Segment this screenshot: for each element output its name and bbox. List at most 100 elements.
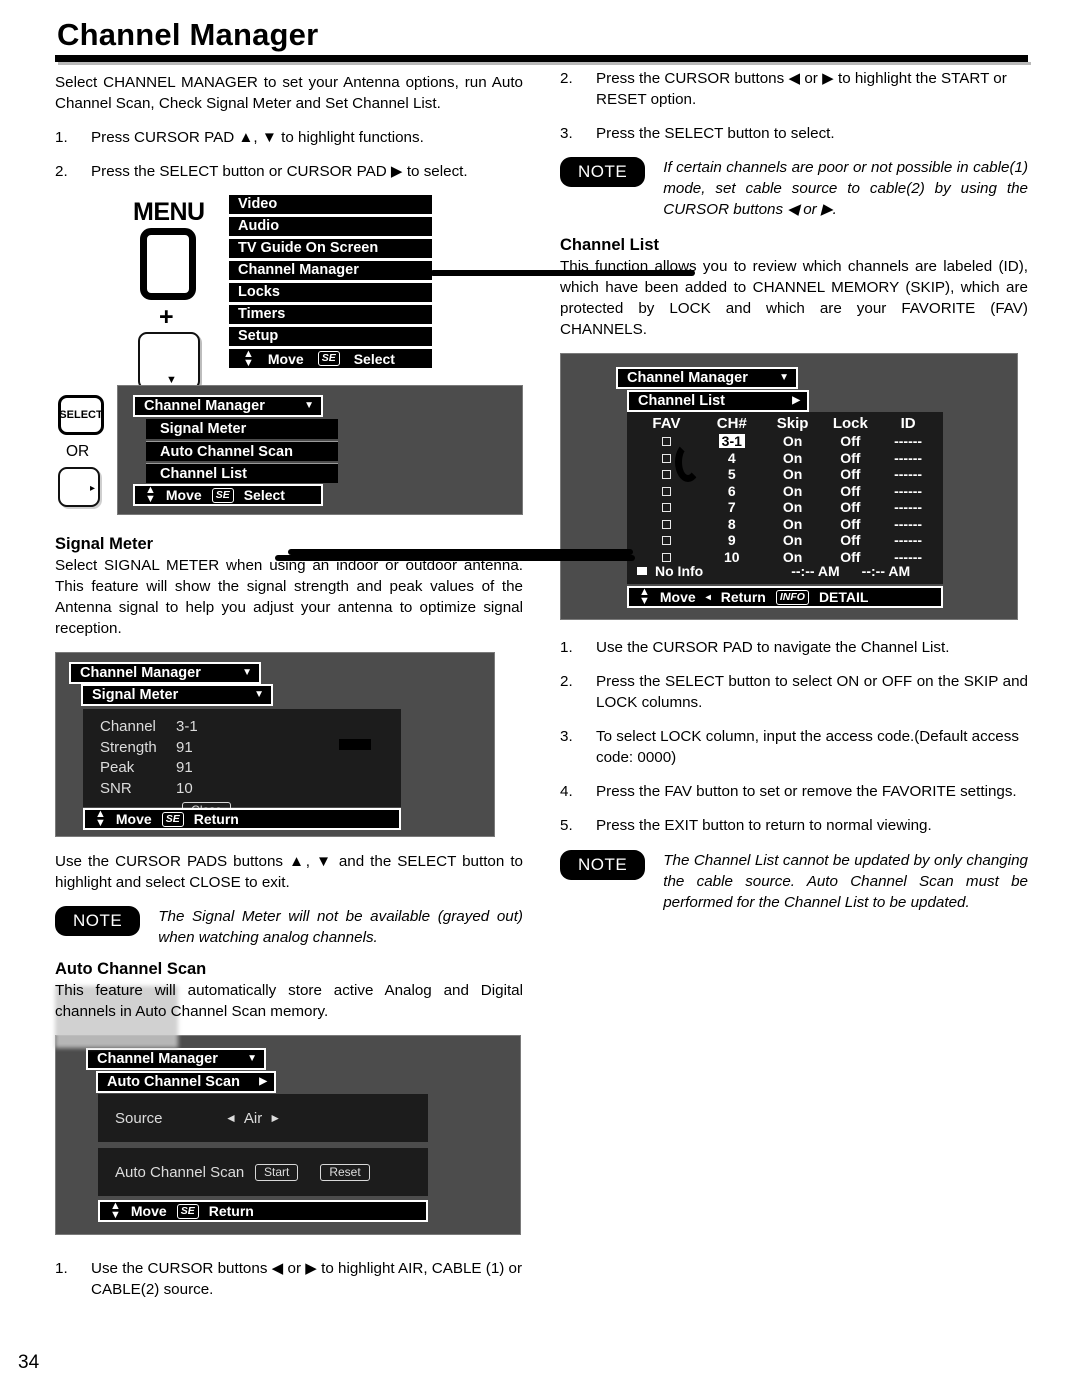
menu-item-setup[interactable]: Setup (229, 327, 432, 346)
checkbox-icon[interactable] (661, 536, 671, 546)
menu-item-tv-guide[interactable]: TV Guide On Screen (229, 239, 432, 258)
channel-list-table-wrap: FAV CH# Skip Lock ID 3-1 On Off ------ 4 On Of… (627, 412, 943, 565)
note-channel-list: NOTE The Channel List cannot be updated … (560, 850, 1028, 913)
osd-subtitle-signal-meter[interactable]: Signal Meter ▼ (81, 684, 273, 706)
fav-checkbox-cell[interactable] (633, 532, 700, 549)
move-label: Move (165, 487, 202, 503)
lock-cell[interactable]: Off (821, 499, 879, 516)
row-label: SNR (100, 779, 132, 797)
checkbox-icon[interactable] (661, 470, 671, 480)
move-label: Move (130, 1203, 167, 1219)
intro-paragraph: Select CHANNEL MANAGER to set your Anten… (55, 74, 523, 112)
skip-cell[interactable]: On (764, 466, 822, 483)
osd-title-channel-manager[interactable]: Channel Manager ▼ (133, 395, 323, 417)
page-number: 34 (18, 1352, 40, 1373)
select-key[interactable]: SELECT (58, 395, 104, 435)
menu-item-audio[interactable]: Audio (229, 217, 432, 236)
cursor-right-key[interactable]: ▸ (58, 467, 100, 507)
osd-footer: ▲ ▼ Move ◂ Return INFO DETAIL (627, 586, 943, 608)
lock-cell[interactable]: Off (821, 466, 879, 483)
lock-cell[interactable]: Off (821, 483, 879, 500)
select-key-icon: SE (176, 1203, 199, 1219)
signal-meter-row: Channel 3-1 (100, 717, 401, 738)
list-item: 1. Use the CURSOR buttons ◀ or ▶ to high… (55, 1258, 523, 1300)
channel-number-cell[interactable]: 9 (700, 532, 764, 549)
right-arrow-icon[interactable]: ► (269, 1111, 281, 1125)
no-info-row: No Info --:-- AM --:-- AM (627, 562, 943, 581)
note-text: The Signal Meter will not be available (… (158, 908, 523, 946)
title-rule (55, 55, 1028, 62)
channel-number-cell[interactable]: 6 (700, 483, 764, 500)
table-row[interactable]: 7 On Off ------ (633, 499, 937, 516)
plus-symbol: + (159, 303, 174, 331)
channel-number-cell[interactable]: 7 (700, 499, 764, 516)
step-text: To select LOCK column, input the access … (596, 728, 1019, 766)
signal-meter-body: Select SIGNAL METER when using an indoor… (55, 557, 523, 637)
channel-number-cell[interactable]: 3-1 (700, 433, 764, 450)
id-cell: ------ (894, 499, 923, 516)
osd-item-channel-list[interactable]: Channel List (146, 463, 338, 483)
osd-subtitle-auto-channel-scan[interactable]: Auto Channel Scan ▶ (96, 1071, 276, 1093)
skip-cell[interactable]: On (764, 483, 822, 500)
chevron-right-icon: ▶ (259, 1075, 267, 1087)
step-text: Press the FAV button to set or remove th… (596, 783, 1017, 800)
lock-cell[interactable]: Off (821, 450, 879, 467)
column-header-ch: CH# (716, 415, 747, 432)
table-row[interactable]: 8 On Off ------ (633, 516, 937, 533)
left-column: Select CHANNEL MANAGER to set your Anten… (55, 72, 523, 1313)
checkbox-icon[interactable] (661, 437, 671, 447)
fav-checkbox-cell[interactable] (633, 516, 700, 533)
channel-number-cell[interactable]: 5 (700, 466, 764, 483)
checkbox-icon[interactable] (661, 503, 671, 513)
osd-title-text: Channel Manager (144, 397, 265, 414)
cursor-pad-key[interactable]: ▼ (138, 332, 200, 390)
skip-cell[interactable]: On (764, 516, 822, 533)
channel-status-row: No Info --:-- AM --:-- AM (627, 562, 943, 584)
auto-scan-label: Auto Channel Scan (115, 1163, 245, 1181)
osd-item-signal-meter[interactable]: Signal Meter (146, 419, 338, 439)
table-row[interactable]: 6 On Off ------ (633, 483, 937, 500)
chevron-down-icon: ▼ (779, 371, 789, 383)
step-number: 2. (55, 163, 68, 180)
select-key-icon: SE (161, 811, 184, 827)
lock-cell[interactable]: Off (821, 516, 879, 533)
osd-title-channel-manager[interactable]: Channel Manager ▼ (69, 662, 261, 684)
reset-button[interactable]: Reset (320, 1163, 370, 1181)
skip-cell[interactable]: On (764, 532, 822, 549)
fav-checkbox-cell[interactable] (633, 499, 700, 516)
step-text: Press the SELECT button to select. (596, 125, 835, 142)
lock-cell[interactable]: Off (821, 532, 879, 549)
lock-cell[interactable]: Off (821, 433, 879, 450)
osd-subtitle-channel-list[interactable]: Channel List ▶ (627, 390, 809, 412)
checkbox-icon[interactable] (661, 519, 671, 529)
osd-title-text: Channel Manager (97, 1050, 218, 1067)
checkbox-icon[interactable] (661, 453, 671, 463)
skip-cell[interactable]: On (764, 433, 822, 450)
auto-scan-action-row: Auto Channel Scan Start Reset (98, 1148, 428, 1196)
table-row[interactable]: 9 On Off ------ (633, 532, 937, 549)
note-text: The Channel List cannot be updated by on… (663, 852, 1028, 911)
channel-number-cell[interactable]: 4 (700, 450, 764, 467)
checkbox-icon[interactable] (661, 486, 671, 496)
checkbox-icon[interactable] (661, 552, 671, 562)
start-button[interactable]: Start (255, 1163, 299, 1181)
skip-cell[interactable]: On (764, 499, 822, 516)
skip-cell[interactable]: On (764, 450, 822, 467)
menu-item-video[interactable]: Video (229, 195, 432, 214)
fav-checkbox-cell[interactable] (633, 483, 700, 500)
osd-title-channel-manager[interactable]: Channel Manager ▼ (86, 1048, 266, 1070)
square-icon (637, 567, 647, 575)
menu-item-timers[interactable]: Timers (229, 305, 432, 324)
step-text: Use the CURSOR buttons ◀ or ▶ to highlig… (91, 1260, 523, 1298)
menu-item-channel-manager[interactable]: Channel Manager (229, 261, 432, 280)
osd-title-channel-manager[interactable]: Channel Manager ▼ (616, 367, 798, 389)
left-arrow-icon[interactable]: ◄ (225, 1111, 237, 1125)
osd-subtitle-text: Auto Channel Scan (107, 1073, 240, 1090)
row-label: Strength (100, 738, 157, 756)
menu-item-locks[interactable]: Locks (229, 283, 432, 302)
table-header-row: FAV CH# Skip Lock ID (633, 412, 937, 433)
menu-key[interactable] (140, 228, 196, 300)
osd-item-auto-channel-scan[interactable]: Auto Channel Scan (146, 441, 338, 461)
channel-number-cell[interactable]: 8 (700, 516, 764, 533)
chevron-down-icon: ▼ (242, 666, 252, 678)
